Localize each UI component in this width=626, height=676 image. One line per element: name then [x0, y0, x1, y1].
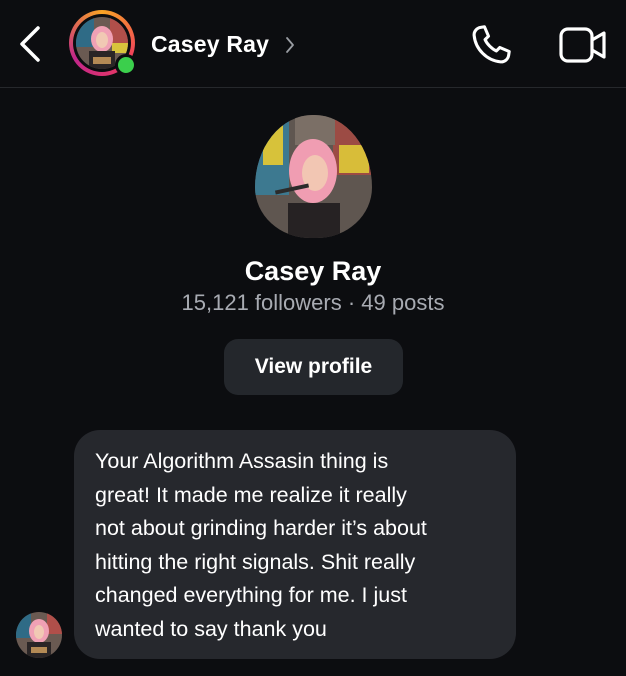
- view-profile-button[interactable]: View profile: [224, 339, 403, 395]
- header-contact-name[interactable]: Casey Ray: [151, 31, 269, 58]
- back-button[interactable]: [12, 22, 48, 66]
- profile-photo[interactable]: [255, 115, 372, 238]
- profile-stats: 15,121 followers · 49 posts: [181, 290, 445, 315]
- chat-header: Casey Ray: [0, 0, 626, 88]
- video-call-button[interactable]: [558, 24, 608, 66]
- video-camera-icon: [559, 27, 606, 63]
- phone-icon: [472, 25, 511, 64]
- voice-call-button[interactable]: [468, 22, 514, 68]
- back-chevron-icon: [20, 26, 40, 62]
- profile-name: Casey Ray: [244, 256, 382, 286]
- message-bubble[interactable]: Your Algorithm Assasin thing is great! I…: [74, 430, 516, 659]
- message-text: Your Algorithm Assasin thing is great! I…: [95, 449, 427, 641]
- sender-avatar[interactable]: [16, 612, 62, 658]
- online-status-dot: [115, 54, 137, 76]
- chevron-right-icon[interactable]: [284, 35, 296, 55]
